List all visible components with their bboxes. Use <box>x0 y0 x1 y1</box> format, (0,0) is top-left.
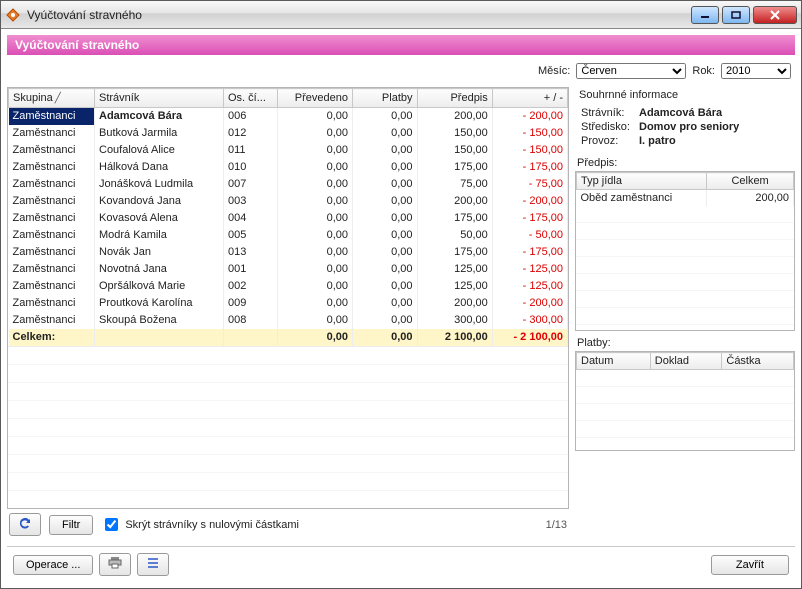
summary-provoz-value: I. patro <box>639 135 789 147</box>
list-icon <box>146 557 160 572</box>
refresh-button[interactable] <box>9 513 41 536</box>
hide-zero-checkbox[interactable] <box>105 518 118 531</box>
refresh-icon <box>18 517 32 532</box>
table-row[interactable]: ZaměstnanciModrá Kamila0050,000,0050,00-… <box>9 227 568 244</box>
sort-asc-icon: ╱ <box>55 93 61 104</box>
table-row[interactable]: ZaměstnanciNovák Jan0130,000,00175,00- 1… <box>9 244 568 261</box>
titlebar[interactable]: Vyúčtování stravného <box>1 1 801 29</box>
main-grid[interactable]: Skupina╱ Strávník Os. čí... Převedeno Pl… <box>7 87 569 509</box>
operace-button[interactable]: Operace ... <box>13 555 93 575</box>
table-row[interactable]: ZaměstnanciSkoupá Božena0080,000,00300,0… <box>9 312 568 329</box>
maximize-button[interactable] <box>722 6 750 24</box>
month-label: Měsíc: <box>538 65 570 77</box>
predpis-empty <box>576 206 794 330</box>
page-indicator: 1/13 <box>546 519 567 531</box>
predpis-title: Předpis: <box>575 157 795 171</box>
platby-grid[interactable]: Datum Doklad Částka <box>575 351 795 451</box>
platby-col-datum[interactable]: Datum <box>577 353 651 370</box>
table-row[interactable]: ZaměstnanciNovotná Jana0010,000,00125,00… <box>9 261 568 278</box>
list-button[interactable] <box>137 553 169 576</box>
summary-stredisko-label: Středisko: <box>581 121 639 133</box>
table-row[interactable]: ZaměstnanciButková Jarmila0120,000,00150… <box>9 125 568 142</box>
summary-stravnik-value: Adamcová Bára <box>639 107 789 119</box>
filter-button[interactable]: Filtr <box>49 515 93 535</box>
close-button[interactable] <box>753 6 797 24</box>
platby-empty <box>576 370 794 450</box>
header-row[interactable]: Skupina╱ Strávník Os. čí... Převedeno Pl… <box>9 89 568 108</box>
grid-empty-area <box>8 346 568 509</box>
summary-stredisko-value: Domov pro seniory <box>639 121 789 133</box>
minimize-button[interactable] <box>691 6 719 24</box>
col-oscislo[interactable]: Os. čí... <box>224 89 278 108</box>
platby-block: Platby: Datum Doklad Částka <box>575 337 795 451</box>
window-title: Vyúčtování stravného <box>27 8 688 22</box>
hide-zero-text: Skrýt strávníky s nulovými částkami <box>125 519 299 531</box>
zavrit-button[interactable]: Zavřít <box>711 555 789 575</box>
app-icon <box>5 7 21 23</box>
table-row[interactable]: ZaměstnanciProutková Karolína0090,000,00… <box>9 295 568 312</box>
table-row[interactable]: ZaměstnanciAdamcová Bára0060,000,00200,0… <box>9 108 568 125</box>
col-prevedeno[interactable]: Převedeno <box>277 89 352 108</box>
right-panel: Souhrnné informace Strávník: Adamcová Bá… <box>575 87 795 540</box>
predpis-row[interactable]: Oběd zaměstnanci200,00 <box>577 190 794 207</box>
year-label: Rok: <box>692 65 715 77</box>
month-select[interactable]: Červen <box>576 63 686 79</box>
col-platby[interactable]: Platby <box>353 89 418 108</box>
predpis-col-celkem[interactable]: Celkem <box>707 173 794 190</box>
col-skupina[interactable]: Skupina╱ <box>9 89 95 108</box>
section-title: Vyúčtování stravného <box>7 35 795 55</box>
year-select[interactable]: 2010 <box>721 63 791 79</box>
predpis-grid[interactable]: Typ jídla Celkem Oběd zaměstnanci200,00 <box>575 171 795 331</box>
platby-title: Platby: <box>575 337 795 351</box>
total-row: Celkem:0,000,002 100,00- 2 100,00 <box>9 329 568 346</box>
table-row[interactable]: ZaměstnanciCoufalová Alice0110,000,00150… <box>9 142 568 159</box>
table-row[interactable]: ZaměstnanciHálková Dana0100,000,00175,00… <box>9 159 568 176</box>
summary-title: Souhrnné informace <box>575 87 795 103</box>
predpis-block: Předpis: Typ jídla Celkem Oběd zaměstnan… <box>575 157 795 331</box>
platby-col-doklad[interactable]: Doklad <box>650 353 722 370</box>
summary-stravnik-label: Strávník: <box>581 107 639 119</box>
print-button[interactable] <box>99 553 131 576</box>
table-row[interactable]: ZaměstnanciOpršálková Marie0020,000,0012… <box>9 278 568 295</box>
summary-block: Souhrnné informace Strávník: Adamcová Bá… <box>575 87 795 151</box>
table-row[interactable]: ZaměstnanciJonášková Ludmila0070,000,007… <box>9 176 568 193</box>
predpis-col-typ[interactable]: Typ jídla <box>577 173 707 190</box>
window-controls <box>688 6 797 24</box>
summary-provoz-label: Provoz: <box>581 135 639 147</box>
col-predpis[interactable]: Předpis <box>417 89 492 108</box>
col-rozdil[interactable]: + / - <box>492 89 567 108</box>
printer-icon <box>108 557 122 572</box>
left-panel: Skupina╱ Strávník Os. čí... Převedeno Pl… <box>7 87 569 540</box>
table-row[interactable]: ZaměstnanciKovandová Jana0030,000,00200,… <box>9 193 568 210</box>
client-area: Vyúčtování stravného Měsíc: Červen Rok: … <box>1 29 801 588</box>
hide-zero-checkbox-label[interactable]: Skrýt strávníky s nulovými částkami <box>101 515 299 534</box>
table-row[interactable]: ZaměstnanciKovasová Alena0040,000,00175,… <box>9 210 568 227</box>
left-footer: Filtr Skrýt strávníky s nulovými částkam… <box>7 509 569 540</box>
platby-col-castka[interactable]: Částka <box>722 353 794 370</box>
app-window: Vyúčtování stravného Vyúčtování stravnéh… <box>0 0 802 589</box>
bottom-bar: Operace ... Zavřít <box>7 546 795 582</box>
top-toolbar: Měsíc: Červen Rok: 2010 <box>7 61 795 81</box>
col-stravnik[interactable]: Strávník <box>95 89 224 108</box>
